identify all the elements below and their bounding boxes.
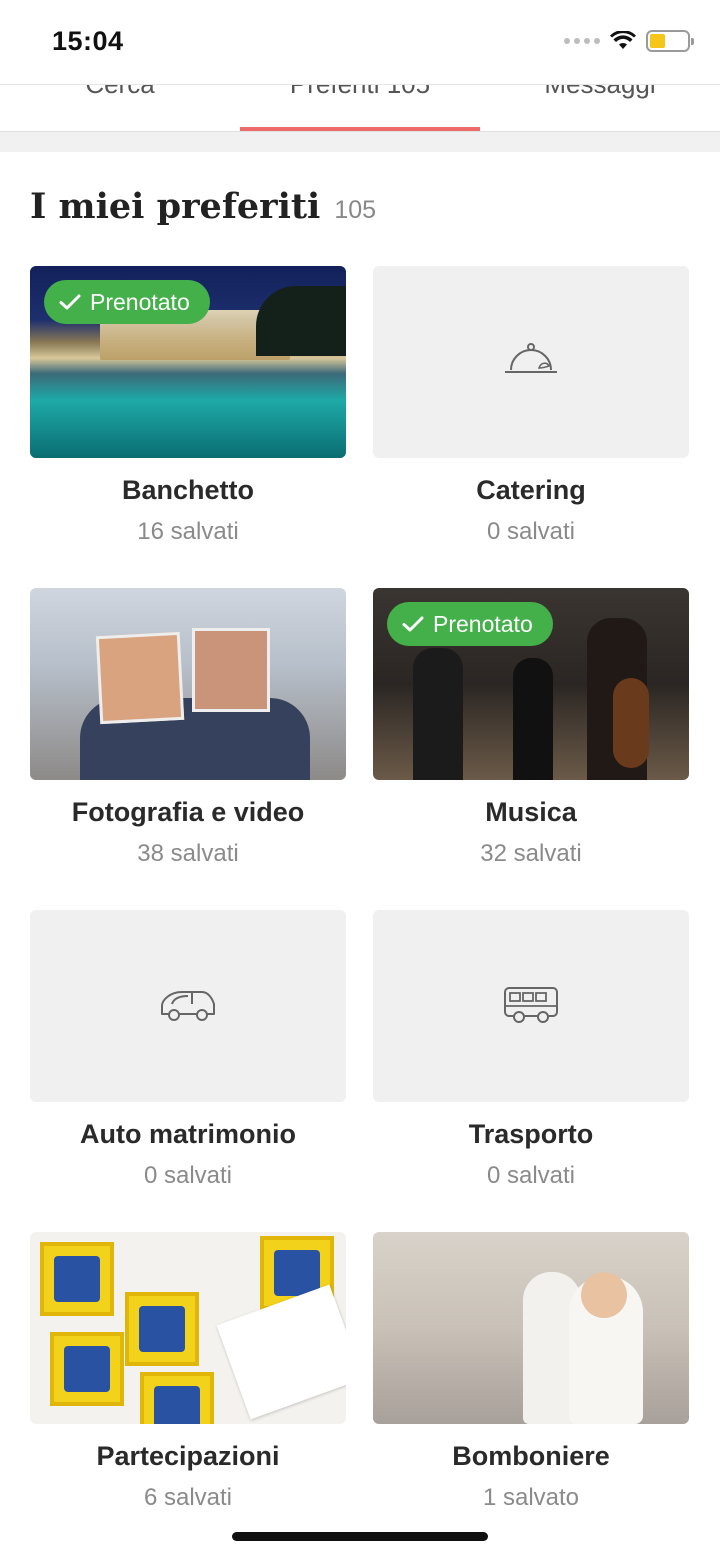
page-heading: I miei preferiti 105 [30, 186, 376, 227]
active-tab-indicator [240, 127, 480, 131]
tab-cerca[interactable]: Cerca [0, 85, 240, 100]
page-title: I miei preferiti [30, 186, 321, 227]
partecipazioni-photo [30, 1232, 346, 1424]
status-icons [564, 30, 694, 52]
signal-icon [564, 38, 600, 44]
banchetto-photo: Prenotato [30, 266, 346, 458]
wifi-icon [610, 31, 636, 49]
section-divider [0, 132, 720, 152]
bus-icon [499, 984, 563, 1029]
saved-count: 38 salvati [137, 840, 239, 867]
category-card-fotografia[interactable]: Fotografia e video 38 salvati [30, 588, 346, 910]
car-icon [156, 984, 220, 1029]
category-name: Bomboniere [452, 1441, 610, 1471]
auto-placeholder [30, 910, 346, 1102]
status-time: 15:04 [52, 26, 124, 56]
tab-bar: Cerca Preferiti 105 Messaggi [0, 84, 720, 132]
home-indicator[interactable] [232, 1532, 488, 1541]
favorites-count: 105 [334, 196, 377, 224]
booked-badge: Prenotato [44, 280, 210, 324]
category-card-banchetto[interactable]: Prenotato Banchetto 16 salvati [30, 266, 346, 588]
saved-count: 0 salvati [486, 518, 576, 545]
category-name: Musica [485, 797, 577, 827]
trasporto-placeholder [373, 910, 689, 1102]
category-card-catering[interactable]: Catering 0 salvati [373, 266, 689, 588]
cloche-icon [499, 340, 563, 385]
tab-messaggi[interactable]: Messaggi [480, 85, 720, 100]
saved-count: 0 salvati [486, 1162, 576, 1189]
saved-count: 6 salvati [143, 1484, 233, 1511]
category-card-musica[interactable]: Prenotato Musica 32 salvati [373, 588, 689, 910]
battery-icon [646, 30, 694, 52]
category-name: Partecipazioni [96, 1441, 280, 1471]
category-card-trasporto[interactable]: Trasporto 0 salvati [373, 910, 689, 1232]
musica-photo: Prenotato [373, 588, 689, 780]
tab-preferiti[interactable]: Preferiti 105 [240, 85, 480, 100]
badge-label: Prenotato [433, 610, 533, 637]
saved-count: 0 salvati [143, 1162, 233, 1189]
badge-label: Prenotato [90, 288, 190, 315]
saved-count: 1 salvato [482, 1484, 580, 1511]
bomboniere-photo [373, 1232, 689, 1424]
category-name: Banchetto [121, 475, 254, 505]
saved-count: 16 salvati [137, 518, 239, 545]
saved-count: 32 salvati [480, 840, 582, 867]
status-bar: 15:04 [0, 0, 720, 84]
category-name: Fotografia e video [71, 797, 305, 827]
category-name: Auto matrimonio [80, 1119, 296, 1149]
catering-placeholder [373, 266, 689, 458]
booked-badge: Prenotato [387, 602, 553, 646]
category-name: Trasporto [468, 1119, 594, 1149]
favorites-grid: Prenotato Banchetto 16 salvati Catering … [30, 266, 690, 1554]
check-icon [59, 294, 81, 310]
fotografia-photo [30, 588, 346, 780]
category-card-partecipazioni[interactable]: Partecipazioni 6 salvati [30, 1232, 346, 1554]
category-name: Catering [476, 475, 586, 505]
check-icon [402, 616, 424, 632]
category-card-auto[interactable]: Auto matrimonio 0 salvati [30, 910, 346, 1232]
category-card-bomboniere[interactable]: Bomboniere 1 salvato [373, 1232, 689, 1554]
